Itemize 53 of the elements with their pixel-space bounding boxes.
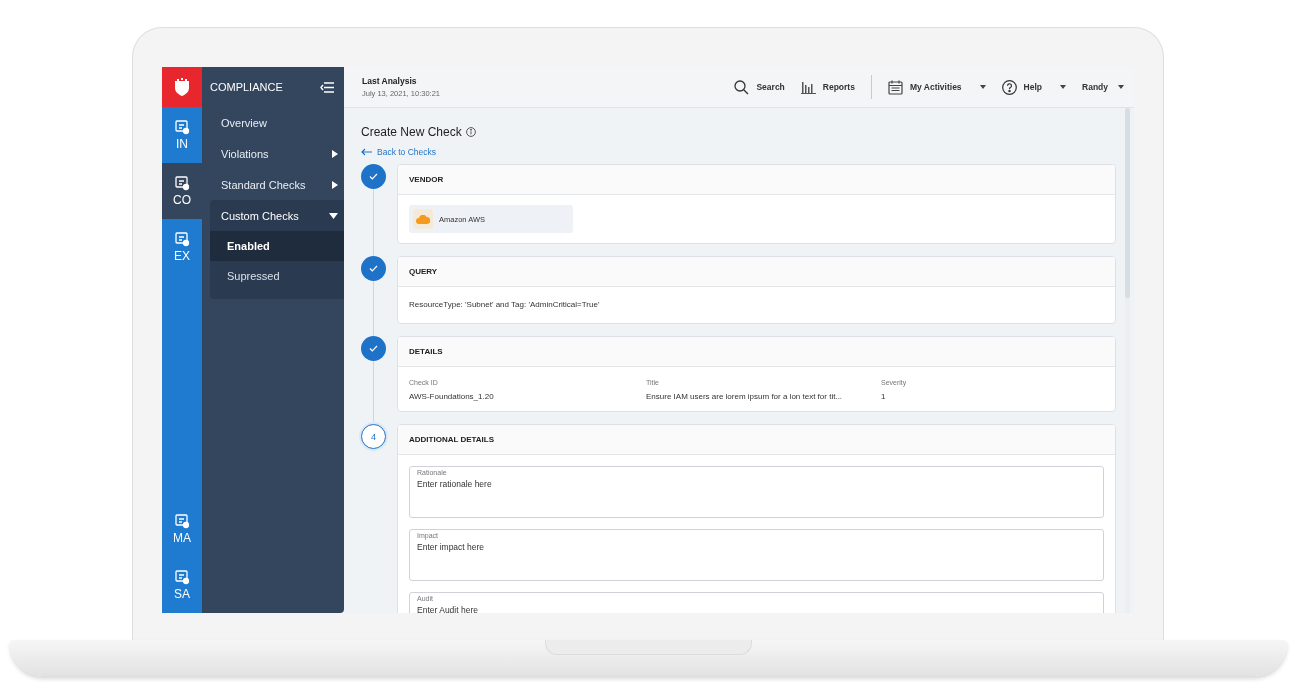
card-title: VENDOR [398, 165, 1115, 195]
module-icon [174, 569, 190, 585]
module-icon [174, 119, 190, 135]
nav-subitem[interactable]: Enabled [210, 231, 344, 261]
card-title: ADDITIONAL DETAILS [398, 425, 1115, 455]
query-text: ResourceType: 'Subnet' and Tag: 'AdminCritical=True' [409, 299, 601, 311]
caret-down-icon [979, 85, 986, 89]
rail-item[interactable]: MA [162, 501, 202, 557]
help-icon [1001, 79, 1017, 95]
caret-down-icon [329, 212, 338, 219]
check-icon [369, 265, 378, 272]
rail-item[interactable]: SA [162, 557, 202, 613]
nav-item[interactable]: Standard Checks [210, 169, 344, 200]
module-icon [174, 175, 190, 191]
search-button[interactable]: Search [734, 79, 785, 95]
caret-right-icon [332, 180, 338, 189]
caret-down-icon [1118, 85, 1124, 89]
calendar-icon [887, 79, 903, 95]
nav-subitem[interactable]: Supressed [210, 261, 344, 291]
user-menu[interactable]: Randy [1082, 82, 1124, 92]
field-value: 1 [881, 392, 887, 401]
help-menu[interactable]: Help [1001, 79, 1066, 95]
nav-item[interactable]: Violations [210, 138, 344, 169]
scrollbar[interactable] [1125, 108, 1130, 613]
step-marker: 4 [361, 424, 386, 449]
page-title: Create New Check [361, 125, 462, 139]
rail-item[interactable]: IN [162, 107, 202, 163]
card-title: QUERY [398, 257, 1115, 287]
activities-menu[interactable]: My Activities [887, 79, 986, 95]
back-link[interactable]: Back to Checks [361, 147, 437, 157]
check-icon [369, 345, 378, 352]
nav-item[interactable]: Overview [210, 107, 344, 138]
rail-item[interactable]: EX [162, 219, 202, 275]
analysis-label: Last Analysis [362, 76, 418, 86]
arrow-left-icon [361, 148, 372, 156]
caret-down-icon [1060, 85, 1066, 89]
check-icon [369, 173, 378, 180]
cloud-icon [416, 214, 430, 224]
menu-icon[interactable] [320, 81, 334, 93]
field-value: Ensure IAM users are lorem ipsum for a lon text for tit... [646, 392, 844, 401]
nav-item[interactable]: Custom Checks [210, 200, 344, 231]
rail-item[interactable]: CO [162, 163, 202, 219]
field-value: AWS-Foundations_1.20 [409, 392, 495, 401]
search-icon [734, 79, 750, 95]
shield-icon [174, 78, 190, 96]
module-icon [174, 513, 190, 529]
bar-chart-icon [800, 80, 816, 94]
module-icon [174, 231, 190, 247]
reports-button[interactable]: Reports [800, 80, 855, 94]
info-icon[interactable] [465, 127, 476, 137]
caret-right-icon [332, 149, 338, 158]
section-title: COMPLIANCE [210, 81, 283, 93]
card-title: DETAILS [398, 337, 1115, 367]
